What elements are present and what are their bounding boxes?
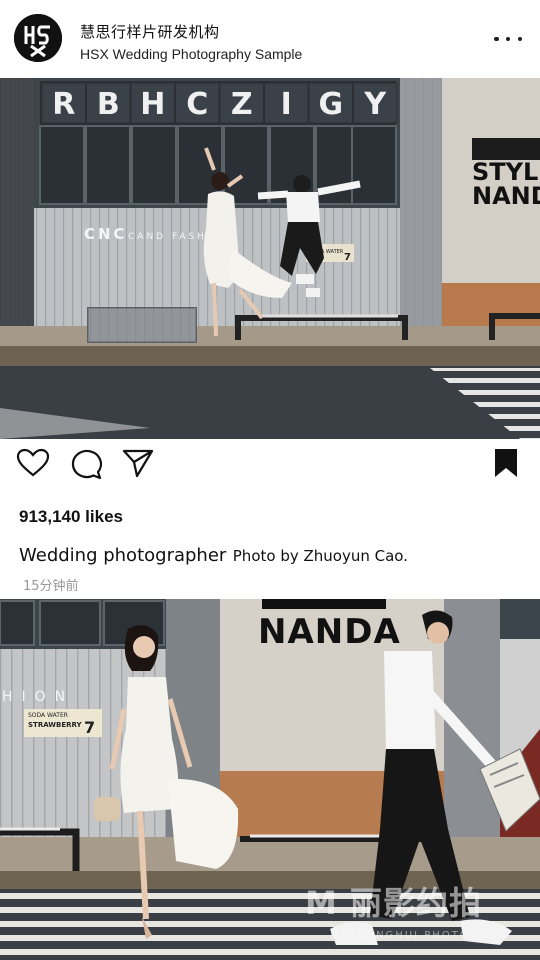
photo-watermark-sub: MOLIYINGHUI PHOTO — [330, 930, 470, 941]
store-sign-text-2: NANDA — [258, 612, 401, 652]
wall-text: CNC — [84, 225, 128, 243]
soda-flavor: STRAWBERRY — [28, 721, 83, 729]
sign-letter: Z — [231, 87, 253, 122]
soda-number: 7 — [344, 252, 351, 263]
bookmark-icon[interactable] — [494, 448, 518, 483]
paper-plane-icon[interactable] — [122, 448, 154, 483]
sign-letter: B — [97, 87, 120, 122]
heart-icon[interactable] — [16, 448, 50, 483]
sign-letter: I — [281, 87, 292, 122]
sign-letter: H — [140, 87, 165, 122]
caption-username[interactable]: Wedding photographer — [19, 545, 226, 566]
post-photo-1[interactable]: RBHCZIGY STYL NAND CNC CAND FASHION SODA… — [0, 78, 540, 439]
more-options-icon[interactable] — [494, 30, 522, 48]
account-subtitle: HSX Wedding Photography Sample — [80, 46, 303, 62]
caption-text: Photo by Zhuoyun Cao. — [232, 547, 408, 565]
soda-number: 7 — [84, 718, 95, 737]
photo-watermark: M 丽影约拍 — [305, 884, 482, 922]
soda-label: SODA WATER — [28, 712, 68, 719]
post-action-bar — [0, 439, 540, 489]
store-sign-text-2: NAND — [472, 182, 540, 210]
post-photo-2[interactable]: HION SODA WATER STRAWBERRY 7 NANDA M 丽影约… — [0, 599, 540, 960]
post-caption: Wedding photographer Photo by Zhuoyun Ca… — [19, 545, 408, 566]
comment-bubble-icon[interactable] — [70, 448, 103, 485]
likes-count[interactable]: 913,140 likes — [19, 507, 123, 527]
sign-letter: G — [318, 87, 343, 122]
hsx-logo-icon — [14, 14, 62, 62]
sign-letter: R — [52, 87, 75, 122]
post-timestamp: 15分钟前 — [23, 579, 79, 594]
sign-letter: Y — [363, 87, 387, 122]
sign-letter: C — [186, 87, 208, 122]
street-wedding-photo-1: RBHCZIGY STYL NAND CNC CAND FASHION SODA… — [0, 78, 540, 439]
post-header: 慧思行样片研发机构 HSX Wedding Photography Sample — [0, 0, 540, 78]
wall-text: HION — [2, 689, 74, 705]
account-avatar[interactable] — [14, 14, 62, 62]
account-name[interactable]: 慧思行样片研发机构 — [80, 21, 220, 42]
